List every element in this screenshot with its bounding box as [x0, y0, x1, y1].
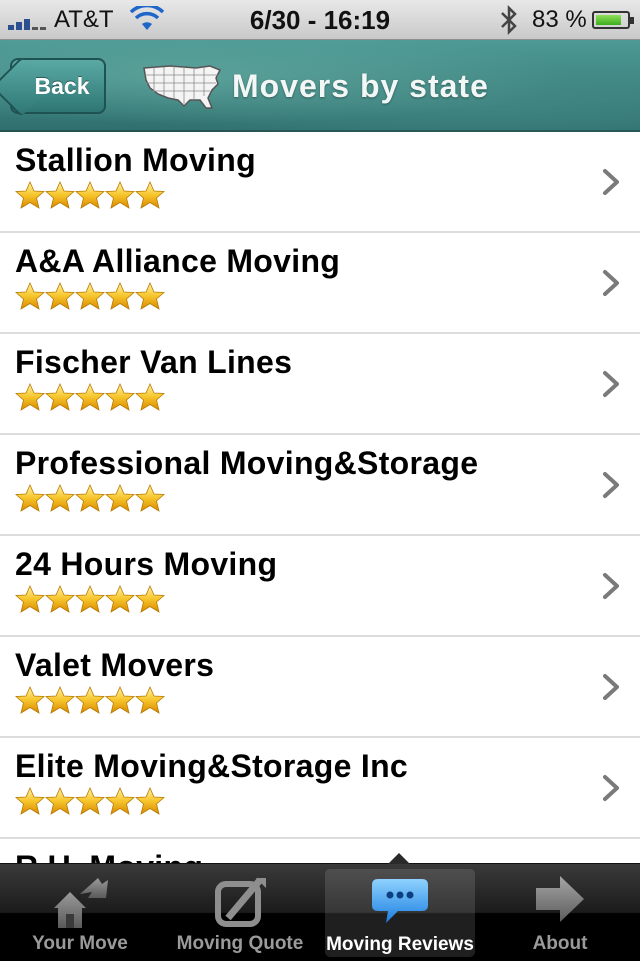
- bluetooth-icon: [501, 4, 517, 36]
- chevron-right-icon: [603, 573, 619, 599]
- mover-name: A&A Alliance Moving: [15, 243, 341, 279]
- tab-selection-notch: [388, 853, 410, 864]
- star-rating: [15, 585, 165, 613]
- tab-label: Moving Reviews: [326, 934, 474, 955]
- chevron-right-icon: [603, 270, 619, 296]
- star-icon: [75, 686, 105, 714]
- star-icon: [135, 585, 165, 613]
- mover-row[interactable]: R.U. Moving: [0, 839, 640, 863]
- star-icon: [75, 282, 105, 310]
- tab-about[interactable]: About: [480, 864, 640, 961]
- tab-bar: Your Move Moving Quote Moving Reviews Ab…: [0, 853, 640, 961]
- star-rating: [15, 383, 165, 411]
- star-icon: [15, 181, 45, 209]
- star-icon: [15, 585, 45, 613]
- star-icon: [45, 383, 75, 411]
- back-button[interactable]: Back: [0, 57, 106, 117]
- battery-icon: [592, 11, 634, 29]
- back-button-label: Back: [34, 73, 90, 99]
- tab-label: About: [532, 933, 588, 954]
- tab-label: Your Move: [32, 933, 128, 954]
- star-icon: [105, 787, 135, 815]
- star-rating: [15, 484, 165, 512]
- tab-moving-quote[interactable]: Moving Quote: [160, 864, 320, 961]
- star-icon: [75, 787, 105, 815]
- tab-moving-reviews[interactable]: Moving Reviews: [325, 869, 475, 957]
- star-icon: [105, 686, 135, 714]
- star-icon: [45, 181, 75, 209]
- chevron-right-icon: [603, 674, 619, 700]
- mover-row[interactable]: Professional Moving&Storage: [0, 435, 640, 536]
- star-icon: [45, 484, 75, 512]
- chevron-right-icon: [603, 371, 619, 397]
- star-icon: [15, 787, 45, 815]
- mover-row[interactable]: Fischer Van Lines: [0, 334, 640, 435]
- star-icon: [45, 282, 75, 310]
- page-title: Movers by state: [232, 68, 489, 104]
- mover-name: Valet Movers: [15, 647, 215, 683]
- star-icon: [105, 181, 135, 209]
- star-icon: [45, 686, 75, 714]
- arrow-right-icon: [536, 876, 584, 922]
- mover-row[interactable]: A&A Alliance Moving: [0, 233, 640, 334]
- mover-name: Fischer Van Lines: [15, 344, 293, 380]
- star-icon: [105, 282, 135, 310]
- star-icon: [135, 383, 165, 411]
- star-icon: [75, 585, 105, 613]
- chevron-right-icon: [603, 775, 619, 801]
- star-icon: [135, 686, 165, 714]
- chevron-right-icon: [603, 169, 619, 195]
- us-map-icon: [143, 65, 222, 109]
- star-icon: [15, 383, 45, 411]
- quote-tag-icon: [215, 877, 266, 927]
- mover-name: Elite Moving&Storage Inc: [15, 748, 409, 784]
- mover-name: 24 Hours Moving: [15, 546, 278, 582]
- star-icon: [15, 282, 45, 310]
- star-icon: [75, 484, 105, 512]
- mover-row[interactable]: Stallion Moving: [0, 132, 640, 233]
- speech-bubble-icon: [372, 879, 428, 923]
- mover-row[interactable]: 24 Hours Moving: [0, 536, 640, 637]
- tab-your-move[interactable]: Your Move: [0, 864, 160, 961]
- star-icon: [105, 383, 135, 411]
- status-bar: AT&T 6/30 - 16:19 83 %: [0, 0, 640, 40]
- star-icon: [135, 787, 165, 815]
- star-icon: [135, 181, 165, 209]
- chevron-right-icon: [603, 472, 619, 498]
- star-icon: [105, 484, 135, 512]
- house-truck-icon: [54, 878, 108, 928]
- mover-name: R.U. Moving: [15, 849, 203, 863]
- mover-name: Professional Moving&Storage: [15, 445, 479, 481]
- star-icon: [45, 787, 75, 815]
- movers-list: Stallion Moving A&A Alliance Moving Fisc…: [0, 132, 640, 863]
- navigation-bar: Back Movers by state: [0, 40, 640, 132]
- star-rating: [15, 181, 165, 209]
- star-icon: [75, 181, 105, 209]
- star-rating: [15, 686, 165, 714]
- battery-level: [596, 15, 621, 25]
- star-icon: [105, 585, 135, 613]
- tab-label: Moving Quote: [176, 933, 304, 954]
- star-rating: [15, 282, 165, 310]
- star-icon: [45, 585, 75, 613]
- star-icon: [135, 282, 165, 310]
- mover-name: Stallion Moving: [15, 142, 256, 178]
- battery-percent: 83 %: [532, 6, 587, 33]
- star-rating: [15, 787, 165, 815]
- mover-row[interactable]: Valet Movers: [0, 637, 640, 738]
- star-icon: [15, 686, 45, 714]
- mover-row[interactable]: Elite Moving&Storage Inc: [0, 738, 640, 839]
- star-icon: [75, 383, 105, 411]
- star-icon: [135, 484, 165, 512]
- star-icon: [15, 484, 45, 512]
